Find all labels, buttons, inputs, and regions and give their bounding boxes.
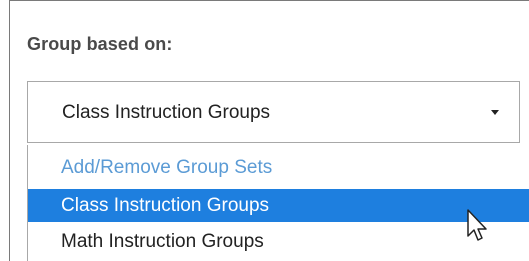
- option-math-instruction-groups[interactable]: Math Instruction Groups: [28, 227, 529, 257]
- group-based-on-label: Group based on:: [27, 34, 173, 54]
- option-add-remove-group-sets[interactable]: Add/Remove Group Sets: [28, 153, 529, 183]
- chevron-down-icon[interactable]: [491, 110, 499, 115]
- group-dropdown-list: Add/Remove Group Sets Class Instruction …: [27, 145, 529, 261]
- group-select[interactable]: Class Instruction Groups: [27, 81, 520, 143]
- mouse-pointer-icon: [467, 209, 487, 241]
- group-select-value: Class Instruction Groups: [62, 102, 271, 123]
- option-class-instruction-groups[interactable]: Class Instruction Groups: [28, 189, 529, 222]
